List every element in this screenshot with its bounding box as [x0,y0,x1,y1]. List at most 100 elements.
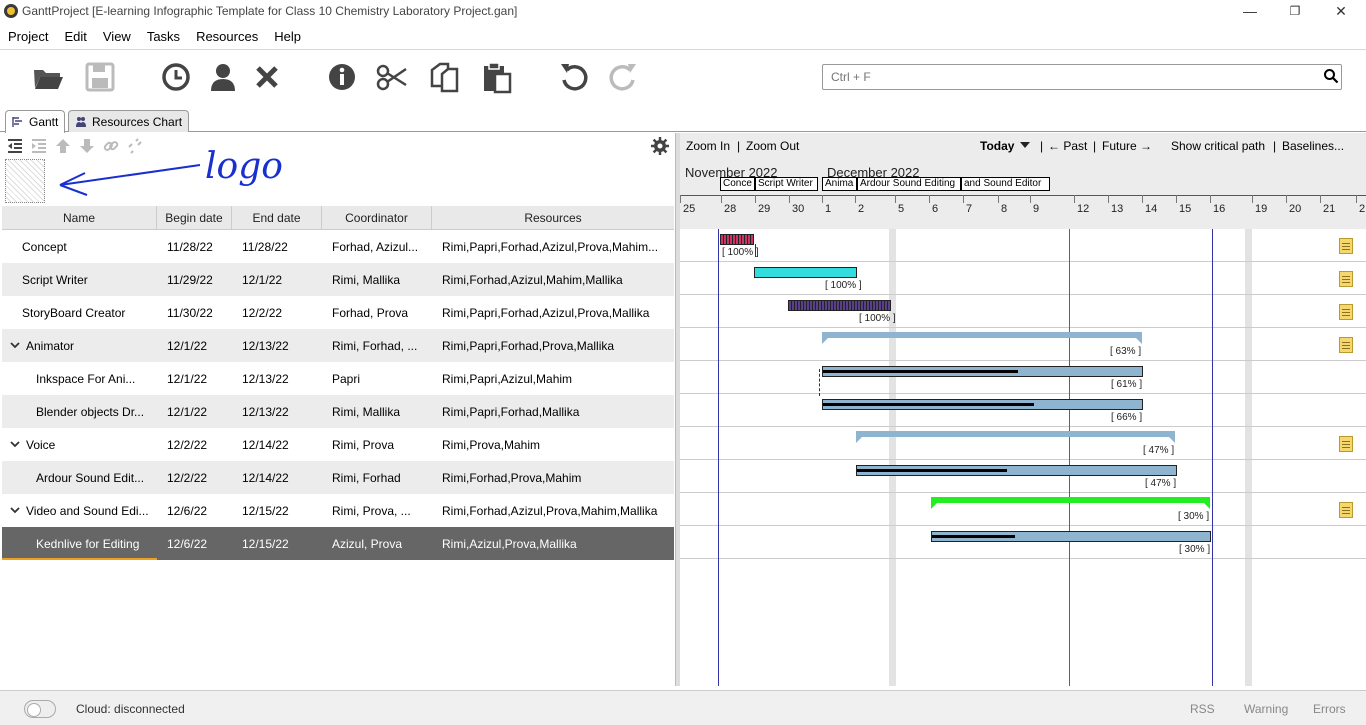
day-label: 2 [858,203,865,215]
history-clock-icon[interactable] [157,58,195,96]
settings-gear-icon[interactable] [650,136,670,156]
row-separator [680,360,1366,361]
timeline-task-label: Script Writer [755,177,818,191]
column-coordinator-header[interactable]: Coordinator [322,206,432,230]
separator: | [1273,139,1277,153]
user-resource-icon[interactable] [204,58,242,96]
task-begin: 12/6/22 [167,503,208,518]
menu-view[interactable]: View [95,29,139,44]
project-end-line [1212,229,1213,686]
close-window-button[interactable]: ✕ [1318,0,1364,22]
table-row[interactable]: Inkspace For Ani... 12/1/22 12/13/22 Pap… [2,362,674,395]
outdent-icon[interactable] [6,137,24,155]
table-row[interactable]: Video and Sound Edi... 12/6/22 12/15/22 … [2,494,674,527]
day-tick [721,195,722,203]
menu-resources[interactable]: Resources [188,29,266,44]
redo-icon[interactable] [604,58,642,96]
task-bar [822,366,1143,377]
task-bar [754,267,857,278]
column-resources-header[interactable]: Resources [432,206,674,230]
today-button[interactable]: Today [980,139,1014,153]
weekend-stripe [1245,229,1252,686]
gantt-body: [ 100% ] [ 100% ] [ 100% ] [ 63% ] [ 61% ] [ … [680,229,1366,686]
delete-x-icon[interactable] [248,58,286,96]
summary-notch [1136,338,1142,344]
table-row[interactable]: Blender objects Dr... 12/1/22 12/13/22 R… [2,395,674,428]
indent-icon[interactable] [30,137,48,155]
table-row[interactable]: Animator 12/1/22 12/13/22 Rimi, Forhad, … [2,329,674,362]
collapse-chevron-icon[interactable] [8,506,22,516]
day-label: 13 [1111,203,1124,215]
percent-label: [ 63% ] [1110,346,1142,357]
save-icon[interactable] [81,58,119,96]
separator: | [1093,139,1097,153]
collapse-chevron-icon[interactable] [8,341,22,351]
day-label: 28 [724,203,737,215]
status-bar: Cloud: disconnected RSS Warning Errors [0,690,1366,725]
notes-icon [1339,238,1353,254]
column-end-header[interactable]: End date [232,206,322,230]
summary-bar [931,497,1210,503]
project-logo-image [5,159,45,203]
table-row[interactable]: Concept 11/28/22 11/28/22 Forhad, Azizul… [2,230,674,263]
rss-link[interactable]: RSS [1190,702,1215,716]
paste-icon[interactable] [478,58,516,96]
warning-link[interactable]: Warning [1244,702,1288,716]
table-row[interactable]: Ardour Sound Edit... 12/2/22 12/14/22 Ri… [2,461,674,494]
percent-label: [ 30% ] [1179,544,1211,555]
task-end: 12/15/22 [242,536,289,551]
timeline-task-label: Anima [822,177,857,191]
day-label: 16 [1213,203,1226,215]
notes-icon [1339,304,1353,320]
errors-link[interactable]: Errors [1313,702,1346,716]
search-icon[interactable] [1323,68,1339,84]
past-button[interactable]: ← Past [1048,139,1087,153]
info-icon[interactable] [323,58,361,96]
day-label: 20 [1289,203,1302,215]
future-button[interactable]: Future → [1102,139,1152,153]
task-begin: 12/1/22 [167,338,208,353]
menu-edit[interactable]: Edit [56,29,94,44]
task-coordinator: Rimi, Mallika [332,404,401,419]
task-end: 12/13/22 [242,371,289,386]
cut-scissors-icon[interactable] [373,58,411,96]
zoom-in-button[interactable]: Zoom In [686,139,730,153]
tab-gantt[interactable]: Gantt [5,110,66,133]
day-tick [1210,195,1211,203]
critical-path-button[interactable]: Show critical path [1171,139,1265,153]
cloud-toggle[interactable] [24,700,56,718]
zoom-out-button[interactable]: Zoom Out [746,139,799,153]
search-input[interactable] [822,64,1342,90]
column-name-header[interactable]: Name [2,206,157,230]
copy-icon[interactable] [426,58,464,96]
undo-icon[interactable] [555,58,593,96]
gantt-chart-panel: Zoom In | Zoom Out Today | ← Past | Futu… [680,133,1366,686]
separator: | [737,139,741,153]
day-label: 2 [1359,203,1366,215]
menu-help[interactable]: Help [266,29,309,44]
collapse-chevron-icon[interactable] [8,440,22,450]
minimize-button[interactable]: — [1227,0,1273,22]
day-label: 25 [683,203,696,215]
table-row[interactable]: Script Writer 11/29/22 12/1/22 Rimi, Mal… [2,263,674,296]
table-row[interactable]: StoryBoard Creator 11/30/22 12/2/22 Forh… [2,296,674,329]
menu-tasks[interactable]: Tasks [139,29,188,44]
day-label: 21 [1323,203,1336,215]
task-tree-toolbar: logo [0,133,676,205]
open-folder-icon[interactable] [29,58,67,96]
restore-button[interactable]: ❐ [1272,0,1318,22]
task-bar [856,465,1177,476]
task-begin: 12/2/22 [167,437,208,452]
menu-project[interactable]: Project [0,29,56,44]
baselines-button[interactable]: Baselines... [1282,139,1344,153]
task-resources: Rimi,Papri,Azizul,Mahim [442,371,573,386]
today-dropdown-icon[interactable] [1020,142,1030,148]
tab-resources-chart[interactable]: Resources Chart [68,110,190,132]
progress-line [823,370,1018,373]
table-row[interactable]: Voice 12/2/22 12/14/22 Rimi, Prova Rimi,… [2,428,674,461]
task-name: Voice [26,437,56,452]
task-coordinator: Rimi, Mallika [332,272,401,287]
day-tick [963,195,964,203]
table-row-selected[interactable]: Kednlive for Editing 12/6/22 12/15/22 Az… [2,527,674,560]
column-begin-header[interactable]: Begin date [157,206,232,230]
